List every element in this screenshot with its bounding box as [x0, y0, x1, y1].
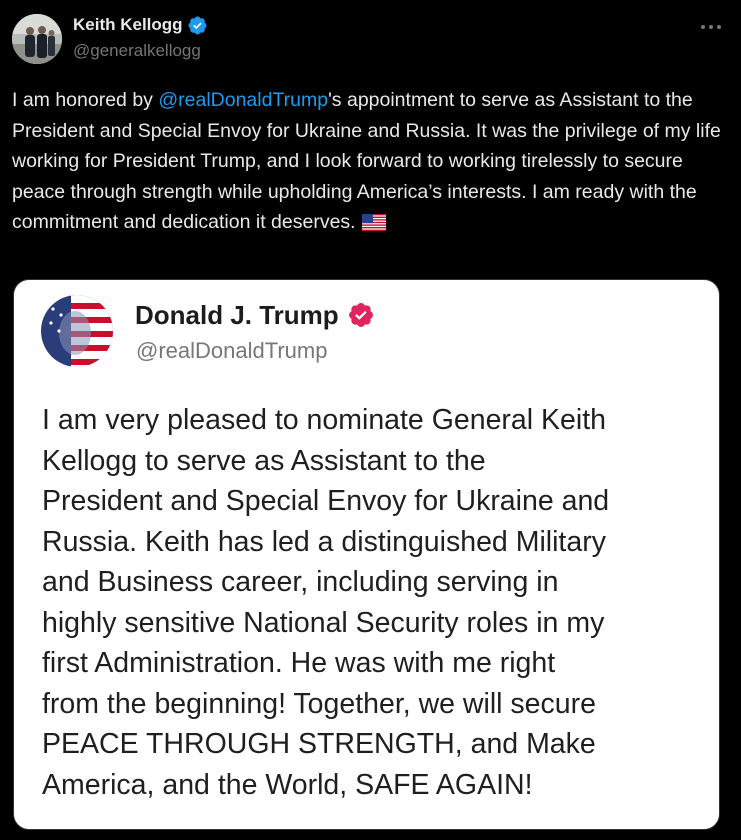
author-name-text: Keith Kellogg [73, 15, 183, 34]
more-options-button[interactable] [697, 16, 725, 38]
trump-avatar [41, 295, 113, 367]
avatar-photo-icon [12, 14, 62, 64]
embedded-line: PEACE THROUGH STRENGTH, and Make [42, 728, 596, 760]
embedded-author-handle: @realDonaldTrump [136, 338, 328, 363]
author-avatar[interactable] [12, 14, 62, 64]
embedded-line: from the beginning! Together, we will se… [42, 687, 596, 720]
ellipsis-icon [701, 25, 721, 29]
embedded-line: President and Special Envoy for Ukraine … [42, 485, 610, 517]
us-flag-emoji-icon [361, 214, 386, 231]
embedded-line: Russia. Keith has led a distinguished Mi… [42, 525, 606, 558]
author-handle[interactable]: @generalkellogg [73, 40, 201, 62]
verified-badge-icon [348, 303, 373, 327]
embedded-line: Kellogg to serve as Assistant to the [42, 444, 486, 477]
flag-portrait-icon [41, 295, 113, 367]
embedded-author-name-text: Donald J. Trump [135, 300, 339, 330]
tweet-text-start: I am honored by [12, 89, 159, 111]
embedded-image-card[interactable]: Donald J. Trump @realDonaldTrump I am ve… [13, 279, 720, 830]
embedded-author-name: Donald J. Trump [135, 298, 375, 332]
tweet: Keith Kellogg @generalkellogg I am honor… [0, 0, 741, 840]
embedded-line: highly sensitive National Security roles… [42, 606, 605, 639]
mention-link[interactable]: @realDonaldTrump [158, 89, 328, 111]
tweet-text: I am honored by @realDonaldTrump's appoi… [12, 85, 728, 238]
author-name[interactable]: Keith Kellogg [73, 14, 208, 36]
verified-badge-icon [188, 16, 207, 34]
embedded-line: and Business career, including serving i… [42, 566, 559, 598]
embedded-line: first Administration. He was with me rig… [42, 647, 556, 679]
embedded-post-text: I am very pleased to nominate General Ke… [42, 400, 712, 805]
embedded-line: America, and the World, SAFE AGAIN! [42, 768, 533, 801]
embedded-line: I am very pleased to nominate General Ke… [42, 404, 606, 436]
